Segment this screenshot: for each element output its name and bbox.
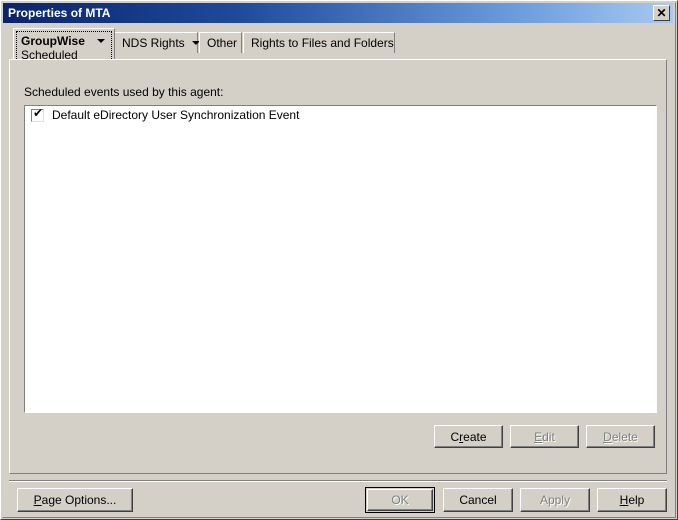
tab-strip: NDS Rights Other Rights to Files and Fol… [9,28,667,76]
close-x-icon: ✕ [656,6,667,20]
check-icon: ✔ [33,105,44,120]
delete-button[interactable]: Delete [586,425,655,448]
list-item[interactable]: ✔ Default eDirectory User Synchronizatio… [25,106,656,124]
tab-nds-rights-label: NDS Rights [122,35,185,50]
scheduled-events-list[interactable]: ✔ Default eDirectory User Synchronizatio… [24,105,657,413]
content-panel: Scheduled events used by this agent: ✔ D… [9,59,667,474]
tab-groupwise-scheduled-events[interactable]: GroupWise Scheduled Events [13,28,115,76]
page-options-button-label: Page Options... [33,493,117,507]
help-button[interactable]: Help [597,488,667,512]
dialog-window: Properties of MTA ✕ NDS Rights Other Rig… [0,0,678,520]
help-button-label: Help [619,493,645,507]
tab-active-label-groupwise: GroupWise [21,33,85,48]
tab-rights-to-files-and-folders[interactable]: Rights to Files and Folders [243,32,395,53]
title-bar[interactable]: Properties of MTA ✕ [3,3,673,23]
apply-button-label: Apply [539,493,571,507]
cancel-button[interactable]: Cancel [443,488,513,512]
edit-button-label: Edit [534,429,555,444]
ok-button-label: OK [391,493,409,507]
tab-rights-to-files-and-folders-label: Rights to Files and Folders [251,35,394,50]
list-item-label: Default eDirectory User Synchronization … [52,108,300,122]
page-options-button[interactable]: Page Options... [17,488,133,512]
panel-caption: Scheduled events used by this agent: [24,85,224,99]
create-button-label: Create [450,429,487,444]
window-title: Properties of MTA [8,6,111,20]
tab-active-line1: GroupWise [21,33,111,48]
tab-nds-rights[interactable]: NDS Rights [114,32,200,53]
bottom-separator [9,480,667,482]
cancel-button-label: Cancel [459,493,497,507]
apply-button[interactable]: Apply [520,488,590,512]
delete-button-label: Delete [603,429,638,444]
tab-other-label: Other [207,35,238,50]
tab-other[interactable]: Other [199,32,242,53]
bottom-button-bar: Page Options... OK Cancel Apply Help [1,484,677,519]
ok-button-default-outline: OK [365,487,435,513]
tab-focus-rect: GroupWise Scheduled Events [16,31,112,76]
close-button[interactable]: ✕ [653,5,670,21]
create-button[interactable]: Create [434,425,503,448]
ok-button[interactable]: OK [367,489,433,511]
edit-button[interactable]: Edit [510,425,579,448]
checkbox-checked[interactable]: ✔ [31,105,44,122]
chevron-down-icon[interactable] [96,38,105,43]
